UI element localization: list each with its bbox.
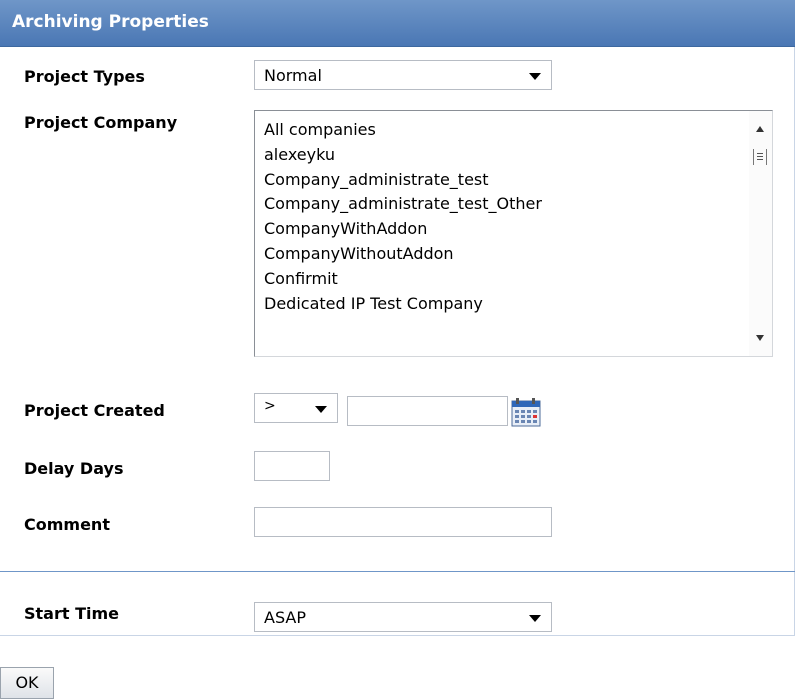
- project-types-select[interactable]: Normal: [254, 60, 552, 90]
- scroll-down-icon[interactable]: [756, 335, 764, 341]
- list-item[interactable]: CompanyWithAddon: [264, 217, 542, 242]
- comment-input[interactable]: [254, 507, 552, 537]
- project-types-label: Project Types: [24, 67, 145, 86]
- ok-button[interactable]: OK: [0, 667, 54, 699]
- chevron-down-icon: [529, 73, 541, 80]
- panel-title: Archiving Properties: [12, 12, 209, 32]
- project-company-listbox[interactable]: All companies alexeyku Company_administrat…: [254, 110, 773, 357]
- operator-value: >: [264, 398, 276, 414]
- start-time-select[interactable]: ASAP: [254, 602, 552, 632]
- list-item[interactable]: Confirmit: [264, 267, 542, 292]
- start-time-label: Start Time: [24, 604, 119, 623]
- project-created-label: Project Created: [24, 401, 165, 420]
- chevron-down-icon: [529, 615, 541, 622]
- delay-days-input[interactable]: [254, 451, 330, 481]
- project-created-date-input[interactable]: [347, 396, 508, 426]
- project-created-operator-select[interactable]: >: [254, 393, 338, 423]
- list-item[interactable]: Company_administrate_test_Other: [264, 192, 542, 217]
- calendar-icon[interactable]: [511, 397, 543, 427]
- list-item[interactable]: CompanyWithoutAddon: [264, 242, 542, 267]
- panel-header: Archiving Properties: [0, 0, 795, 47]
- company-list: All companies alexeyku Company_administrat…: [264, 118, 542, 316]
- list-item[interactable]: alexeyku: [264, 143, 542, 168]
- start-time-value: ASAP: [264, 608, 306, 627]
- section-divider: [0, 571, 795, 572]
- comment-label: Comment: [24, 515, 110, 534]
- archiving-properties-panel: Archiving Properties Project Types Norma…: [0, 0, 795, 636]
- list-item[interactable]: Dedicated IP Test Company: [264, 292, 542, 317]
- project-company-label: Project Company: [24, 113, 178, 132]
- listbox-scrollbar[interactable]: [749, 111, 772, 356]
- scroll-up-icon[interactable]: [756, 126, 764, 132]
- project-types-value: Normal: [264, 66, 322, 85]
- list-item[interactable]: Company_administrate_test: [264, 168, 542, 193]
- scroll-thumb-icon[interactable]: [753, 149, 767, 165]
- delay-days-label: Delay Days: [24, 459, 124, 478]
- chevron-down-icon: [315, 406, 327, 413]
- list-item[interactable]: All companies: [264, 118, 542, 143]
